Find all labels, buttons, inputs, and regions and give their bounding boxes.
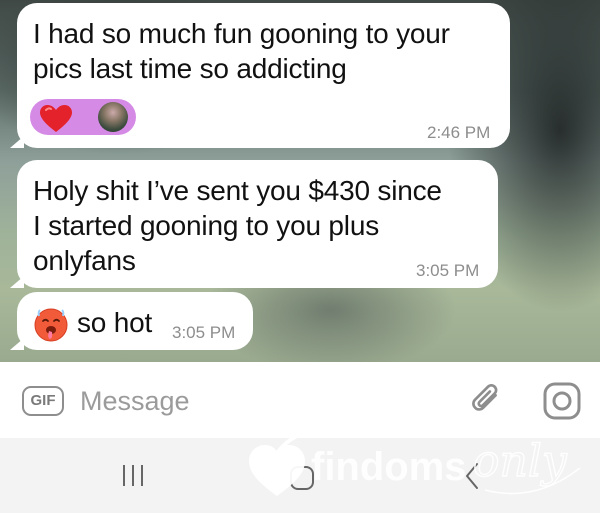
watermark-text-script: only bbox=[473, 436, 568, 487]
reaction-pill[interactable] bbox=[30, 99, 136, 135]
message-timestamp: 3:05 PM bbox=[416, 261, 480, 280]
watermark-text-main: findoms bbox=[311, 445, 467, 489]
user-avatar[interactable] bbox=[98, 102, 128, 132]
bubble-tail bbox=[10, 276, 24, 288]
recent-apps-icon[interactable] bbox=[118, 438, 148, 513]
message-timestamp: 2:46 PM bbox=[427, 123, 491, 142]
bubble-tail bbox=[10, 338, 24, 350]
findomsonly-watermark: findoms only bbox=[249, 434, 581, 496]
bubble-tail bbox=[10, 136, 24, 148]
message-text: so hot bbox=[77, 307, 153, 338]
hot-face-emoji-icon bbox=[34, 308, 68, 342]
message-text-line: Holy shit I’ve sent you $430 since bbox=[33, 175, 442, 206]
paperclip-icon[interactable] bbox=[469, 382, 507, 420]
message-text-line: pics last time so addicting bbox=[33, 53, 347, 84]
message-bubble-3[interactable]: so hot 3:05 PM bbox=[10, 292, 253, 350]
message-bubble-2[interactable]: Holy shit I’ve sent you $430 since I sta… bbox=[10, 160, 498, 288]
message-bubble-1[interactable]: I had so much fun gooning to your pics l… bbox=[10, 3, 510, 148]
message-text-line: I started gooning to you plus bbox=[33, 210, 379, 241]
gif-button[interactable]: GIF bbox=[22, 386, 64, 416]
message-input[interactable] bbox=[80, 381, 440, 421]
instagram-camera-icon[interactable] bbox=[542, 381, 582, 421]
message-text-line: I had so much fun gooning to your bbox=[33, 18, 450, 49]
heart-logo-icon bbox=[249, 434, 305, 496]
message-text-line: onlyfans bbox=[33, 245, 136, 276]
heart-emoji-icon bbox=[40, 105, 72, 132]
message-timestamp: 3:05 PM bbox=[172, 323, 236, 342]
